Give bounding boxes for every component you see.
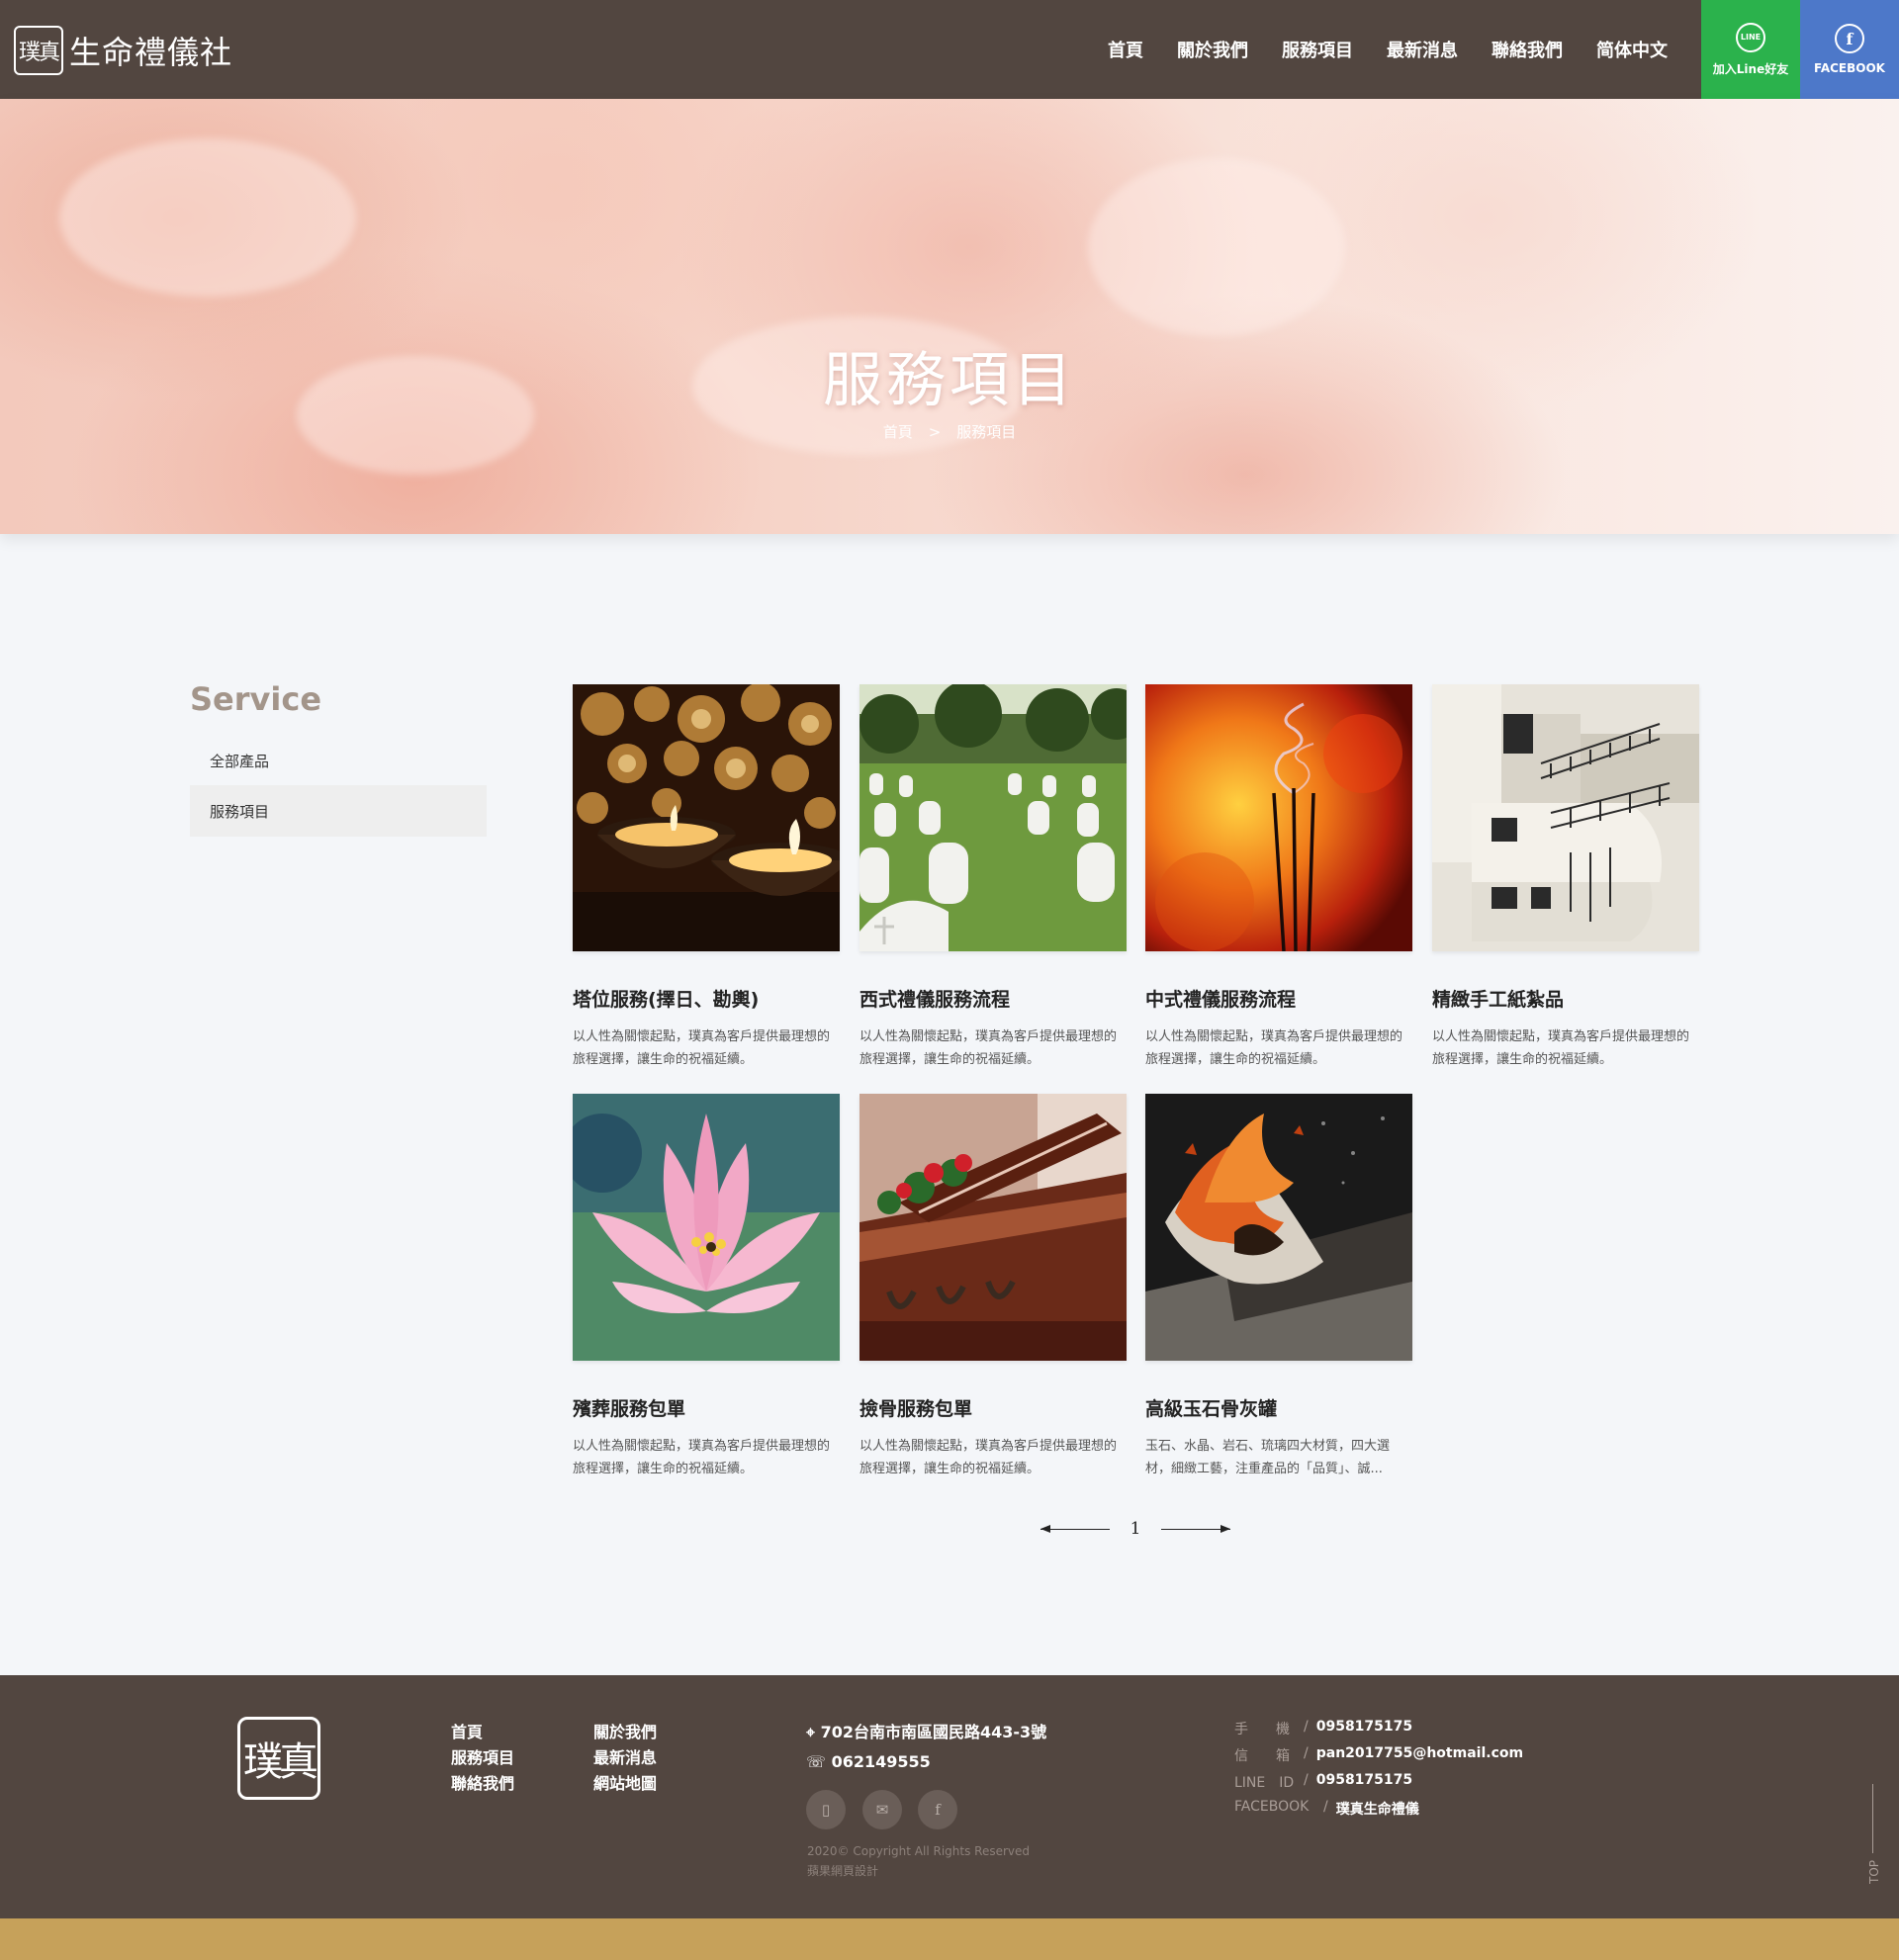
hero-petal xyxy=(1088,158,1345,336)
sidebar-item-services[interactable]: 服務項目 xyxy=(190,785,487,837)
service-description: 以人性為關懷起點，璞真為客戶提供最理想的旅程選擇，讓生命的祝福延續。 xyxy=(859,1439,1118,1476)
service-card[interactable]: 殯葬服務包單 以人性為關懷起點，璞真為客戶提供最理想的旅程選擇，讓生命的祝福延續… xyxy=(573,1094,840,1480)
contact-key: LINE ID xyxy=(1234,1775,1295,1791)
contact-mobile: 手 機/0958175175 xyxy=(1234,1719,1413,1738)
main-nav: 首頁 關於我們 服務項目 最新消息 聯絡我們 简体中文 xyxy=(1074,0,1668,99)
service-image-burning-paper[interactable] xyxy=(1145,1094,1412,1361)
contact-value[interactable]: pan2017755@hotmail.com xyxy=(1316,1745,1523,1765)
footer-link-about[interactable]: 關於我們 xyxy=(593,1719,657,1742)
footer-address: ⌖ 702台南市南區國民路443-3號 xyxy=(806,1719,1046,1742)
contact-facebook: FACEBOOK / 璞真生命禮儀 xyxy=(1234,1799,1419,1819)
page-title: 服務項目 xyxy=(823,346,1076,415)
contact-key: 信 箱 xyxy=(1234,1748,1290,1764)
next-page-arrow[interactable] xyxy=(1161,1524,1230,1533)
hero-banner: 服務項目 首頁 > 服務項目 xyxy=(0,99,1899,534)
service-description: 以人性為關懷起點，璞真為客戶提供最理想的旅程選擇，讓生命的祝福延續。 xyxy=(1432,1029,1690,1067)
contact-key: FACEBOOK xyxy=(1234,1799,1310,1815)
contact-value[interactable]: 璞真生命禮儀 xyxy=(1336,1799,1419,1819)
line-button-label: 加入Line好友 xyxy=(1712,61,1789,76)
nav-home[interactable]: 首頁 xyxy=(1108,37,1143,62)
footer-bottom-bar xyxy=(0,1918,1899,1960)
service-title[interactable]: 殯葬服務包單 xyxy=(573,1394,840,1421)
service-image-coffin[interactable] xyxy=(859,1094,1127,1361)
sidebar-item-all-products[interactable]: 全部產品 xyxy=(190,735,487,786)
service-title[interactable]: 西式禮儀服務流程 xyxy=(859,985,1127,1012)
facebook-button[interactable]: f FACEBOOK xyxy=(1800,0,1899,99)
footer-address-text: 702台南市南區國民路443-3號 xyxy=(820,1723,1047,1741)
phone-icon: ☏ xyxy=(806,1752,827,1771)
contact-email: 信 箱 / pan2017755@hotmail.com xyxy=(1234,1745,1524,1765)
nav-services[interactable]: 服務項目 xyxy=(1282,37,1353,62)
service-title[interactable]: 精緻手工紙紮品 xyxy=(1432,985,1699,1012)
sidebar-title: Service xyxy=(190,680,322,718)
copyright-text: 2020© Copyright All Rights Reserved xyxy=(807,1844,1031,1858)
footer-link-contact[interactable]: 聯絡我們 xyxy=(451,1770,514,1794)
service-image-lotus[interactable] xyxy=(573,1094,840,1361)
prev-page-arrow[interactable] xyxy=(1040,1524,1110,1533)
service-description: 以人性為關懷起點，璞真為客戶提供最理想的旅程選擇，讓生命的祝福延續。 xyxy=(859,1029,1118,1067)
service-title[interactable]: 塔位服務(擇日、勘輿) xyxy=(573,985,840,1012)
site-header: 璞真 生命禮儀社 首頁 關於我們 服務項目 最新消息 聯絡我們 简体中文 LIN… xyxy=(0,0,1899,99)
footer-link-services[interactable]: 服務項目 xyxy=(451,1744,514,1768)
hero-petal xyxy=(59,138,356,297)
service-title[interactable]: 中式禮儀服務流程 xyxy=(1145,985,1412,1012)
footer-link-home[interactable]: 首頁 xyxy=(451,1719,483,1742)
nav-about[interactable]: 關於我們 xyxy=(1177,37,1248,62)
service-card[interactable]: 中式禮儀服務流程 以人性為關懷起點，璞真為客戶提供最理想的旅程選擇，讓生命的祝福… xyxy=(1145,684,1412,1071)
footer-phone-text: 062149555 xyxy=(831,1752,931,1771)
facebook-icon: f xyxy=(1835,24,1864,53)
logo-text: 生命禮儀社 xyxy=(69,34,233,71)
contact-line-id: LINE ID/0958175175 xyxy=(1234,1772,1413,1792)
pagination: 1 xyxy=(1040,1519,1230,1539)
service-title[interactable]: 撿骨服務包單 xyxy=(859,1394,1127,1421)
breadcrumb: 首頁 > 服務項目 xyxy=(0,421,1899,442)
service-image-paper-house[interactable] xyxy=(1432,684,1699,951)
footer-link-news[interactable]: 最新消息 xyxy=(593,1744,657,1768)
page-number[interactable]: 1 xyxy=(1110,1519,1161,1539)
map-pin-icon: ⌖ xyxy=(806,1723,816,1741)
add-line-friend-button[interactable]: LINE 加入Line好友 xyxy=(1701,0,1800,99)
service-description: 以人性為關懷起點，璞真為客戶提供最理想的旅程選擇，讓生命的祝福延續。 xyxy=(1145,1029,1403,1067)
service-card[interactable]: 西式禮儀服務流程 以人性為關懷起點，璞真為客戶提供最理想的旅程選擇，讓生命的祝福… xyxy=(859,684,1127,1071)
contact-value[interactable]: 0958175175 xyxy=(1316,1772,1412,1792)
service-title[interactable]: 高級玉石骨灰罐 xyxy=(1145,1394,1412,1421)
breadcrumb-separator: > xyxy=(928,423,942,441)
nav-news[interactable]: 最新消息 xyxy=(1387,37,1458,62)
contact-value[interactable]: 0958175175 xyxy=(1316,1719,1412,1738)
nav-simplified-chinese[interactable]: 简体中文 xyxy=(1596,37,1668,62)
copyright: 2020© Copyright All Rights Reserved 蘋果網頁… xyxy=(807,1841,1030,1881)
footer-phone[interactable]: ☏ 062149555 xyxy=(806,1752,931,1771)
logo-mark: 璞真 xyxy=(14,26,63,75)
service-image-candles[interactable] xyxy=(573,684,840,951)
service-description: 玉石、水晶、岩石、琉璃四大材質，四大選材，細緻工藝，注重產品的「品質」、誠... xyxy=(1145,1439,1391,1476)
mobile-icon[interactable]: ▯ xyxy=(806,1790,846,1829)
service-description: 以人性為關懷起點，璞真為客戶提供最理想的旅程選擇，讓生命的祝福延續。 xyxy=(573,1439,831,1476)
site-footer: 璞真 首頁 關於我們 服務項目 最新消息 聯絡我們 網站地圖 ⌖ 702台南市南… xyxy=(0,1675,1899,1918)
service-card[interactable]: 精緻手工紙紮品 以人性為關懷起點，璞真為客戶提供最理想的旅程選擇，讓生命的祝福延… xyxy=(1432,684,1699,1071)
line-icon: LINE xyxy=(1736,22,1765,52)
footer-link-sitemap[interactable]: 網站地圖 xyxy=(593,1770,657,1794)
service-card[interactable]: 撿骨服務包單 以人性為關懷起點，璞真為客戶提供最理想的旅程選擇，讓生命的祝福延續… xyxy=(859,1094,1127,1480)
breadcrumb-home[interactable]: 首頁 xyxy=(883,423,913,441)
service-description: 以人性為關懷起點，璞真為客戶提供最理想的旅程選擇，讓生命的祝福延續。 xyxy=(573,1029,831,1067)
mail-icon[interactable]: ✉ xyxy=(862,1790,902,1829)
service-card[interactable]: 塔位服務(擇日、勘輿) 以人性為關懷起點，璞真為客戶提供最理想的旅程選擇，讓生命… xyxy=(573,684,840,1071)
site-logo[interactable]: 璞真 生命禮儀社 xyxy=(14,26,232,75)
facebook-icon[interactable]: f xyxy=(918,1790,957,1829)
designer-credit[interactable]: 蘋果網頁設計 xyxy=(807,1861,1030,1881)
contact-key: 手 機 xyxy=(1234,1722,1290,1737)
service-card[interactable]: 高級玉石骨灰罐 玉石、水晶、岩石、琉璃四大材質，四大選材，細緻工藝，注重產品的「… xyxy=(1145,1094,1412,1480)
service-image-incense[interactable] xyxy=(1145,684,1412,951)
facebook-button-label: FACEBOOK xyxy=(1814,61,1885,75)
back-to-top-line xyxy=(1872,1784,1873,1853)
nav-contact[interactable]: 聯絡我們 xyxy=(1492,37,1563,62)
back-to-top-button[interactable]: TOP xyxy=(1867,1860,1881,1884)
breadcrumb-current: 服務項目 xyxy=(956,423,1017,441)
footer-logo[interactable]: 璞真 xyxy=(237,1717,320,1800)
service-image-cemetery[interactable] xyxy=(859,684,1127,951)
